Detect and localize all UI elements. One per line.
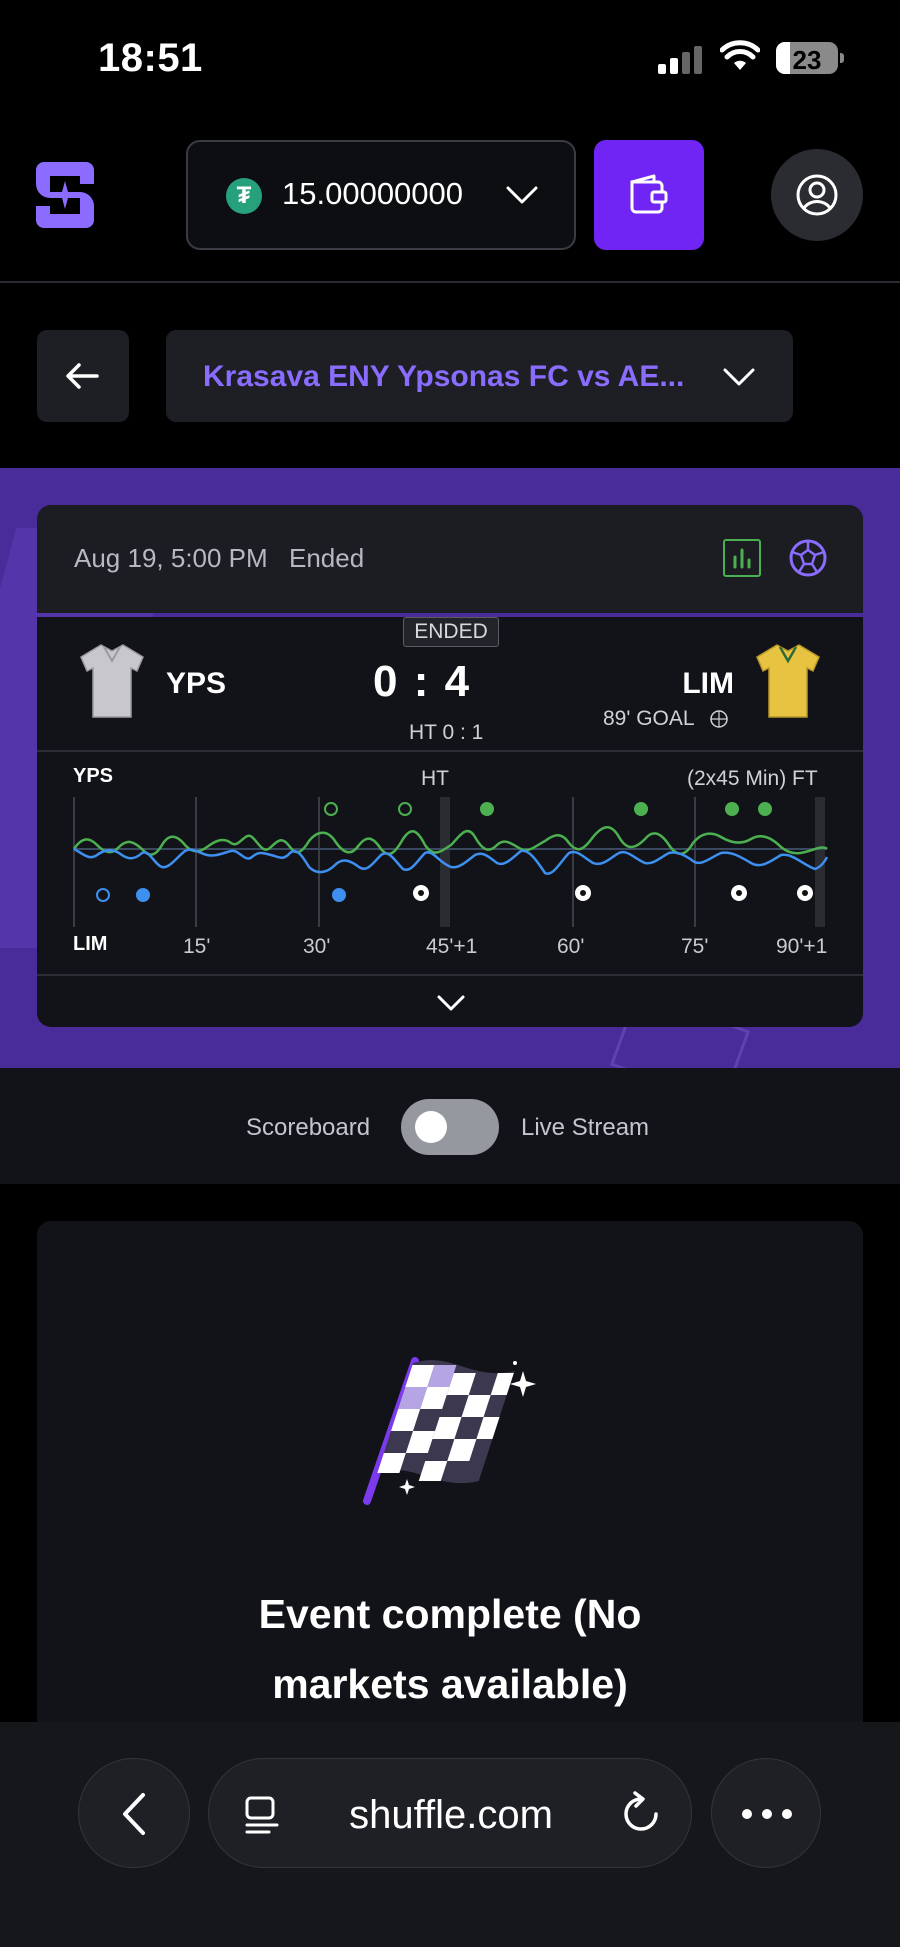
goal-ball-icon [797, 885, 813, 901]
balance-selector[interactable]: ₮ 15.00000000 [186, 140, 576, 250]
home-event-marker [634, 802, 648, 816]
match-info-bar: Aug 19, 5:00 PM Ended [37, 505, 863, 613]
wallet-icon [630, 174, 668, 214]
match-status: Ended [289, 543, 365, 573]
away-event-marker [136, 888, 150, 902]
divider [37, 750, 863, 752]
browser-back-button[interactable] [78, 1758, 190, 1868]
chevron-down-icon [723, 368, 755, 386]
wallet-button[interactable] [594, 140, 704, 250]
event-complete-card: Event complete (No markets available) [37, 1221, 863, 1741]
divider [37, 974, 863, 976]
last-event: 89' GOAL [603, 707, 695, 730]
home-team-name: YPS [166, 667, 227, 700]
chevron-left-icon [123, 1793, 145, 1835]
scoreboard: ENDED YPS 0 : 4 HT 0 : 1 LIM 89' GOAL YP… [37, 617, 863, 1027]
user-icon [796, 174, 838, 216]
ended-badge: ENDED [403, 617, 499, 647]
stats-icon[interactable] [723, 539, 761, 577]
reload-icon[interactable] [621, 1791, 663, 1837]
halftime-score: HT 0 : 1 [409, 721, 484, 744]
timeline-tick: 15' [183, 935, 211, 958]
event-complete-title: Event complete (No markets available) [37, 1579, 863, 1719]
timeline-tick: 60' [557, 935, 585, 958]
wifi-icon [720, 40, 760, 70]
tether-icon: ₮ [226, 178, 262, 214]
view-toggle-row: Scoreboard Live Stream [0, 1068, 900, 1184]
home-jersey-icon [80, 644, 144, 718]
battery-cap [840, 53, 844, 63]
match-date: Aug 19, 5:00 PM [74, 543, 268, 573]
balance-amount: 15.00000000 [282, 176, 464, 211]
more-dot [762, 1809, 772, 1819]
momentum-line-away [73, 847, 829, 875]
live-stream-label: Live Stream [521, 1114, 650, 1141]
url-bar[interactable]: shuffle.com [208, 1758, 692, 1868]
shuffle-logo-icon[interactable] [36, 162, 94, 228]
event-nav-bar: Krasava ENY Ypsonas FC vs AE... [0, 285, 900, 468]
markets-area: Event complete (No markets available) [0, 1184, 900, 1741]
battery-level: 23 [792, 45, 822, 74]
soccer-ball-icon[interactable] [788, 538, 828, 578]
scoreboard-label: Scoreboard [246, 1114, 371, 1141]
timeline-tick: 75' [681, 935, 709, 958]
timeline-tick: 45'+1 [426, 935, 478, 958]
event-complete-line1: Event complete (No [258, 1591, 642, 1637]
more-dot [742, 1809, 752, 1819]
home-event-marker [725, 802, 739, 816]
away-jersey-icon [756, 644, 820, 718]
away-team-name: LIM [682, 667, 734, 700]
status-time: 18:51 [98, 36, 203, 80]
checkered-flag-icon [363, 1357, 536, 1505]
status-bar: 18:51 23 [0, 0, 900, 120]
timeline-tick: 90'+1 [776, 935, 828, 958]
profile-button[interactable] [771, 149, 863, 241]
browser-toolbar: shuffle.com [0, 1722, 900, 1947]
toggle-knob [415, 1111, 447, 1143]
cellular-signal-icon [658, 44, 702, 74]
home-event-marker [398, 802, 412, 816]
event-selector[interactable]: Krasava ENY Ypsonas FC vs AE... [166, 330, 793, 422]
timeline-away-label: LIM [73, 933, 108, 955]
momentum-timeline [72, 797, 829, 927]
event-complete-line2: markets available) [272, 1661, 628, 1707]
home-event-marker [480, 802, 494, 816]
home-event-marker [758, 802, 772, 816]
scoreboard-livestream-toggle[interactable] [401, 1099, 499, 1155]
timeline-tick: 30' [303, 935, 331, 958]
goal-ball-icon [731, 885, 747, 901]
battery-icon: 23 [776, 42, 838, 74]
soccer-ball-icon [710, 710, 728, 728]
event-title: Krasava ENY Ypsonas FC vs AE... [203, 360, 685, 393]
chevron-down-icon[interactable] [435, 991, 467, 1015]
app-header: ₮ 15.00000000 [0, 120, 900, 283]
more-options-button[interactable] [711, 1758, 821, 1868]
chevron-down-icon [506, 186, 538, 204]
arrow-left-icon [66, 363, 99, 389]
home-event-marker [324, 802, 338, 816]
more-dot [782, 1809, 792, 1819]
match-card: Aug 19, 5:00 PM Ended ENDED YPS 0 : 4 HT… [37, 505, 863, 1027]
match-score: 0 : 4 [373, 657, 472, 706]
goal-ball-icon [575, 885, 591, 901]
goal-ball-icon [413, 885, 429, 901]
away-event-marker [96, 888, 110, 902]
back-button[interactable] [37, 330, 129, 422]
away-event-marker [332, 888, 346, 902]
